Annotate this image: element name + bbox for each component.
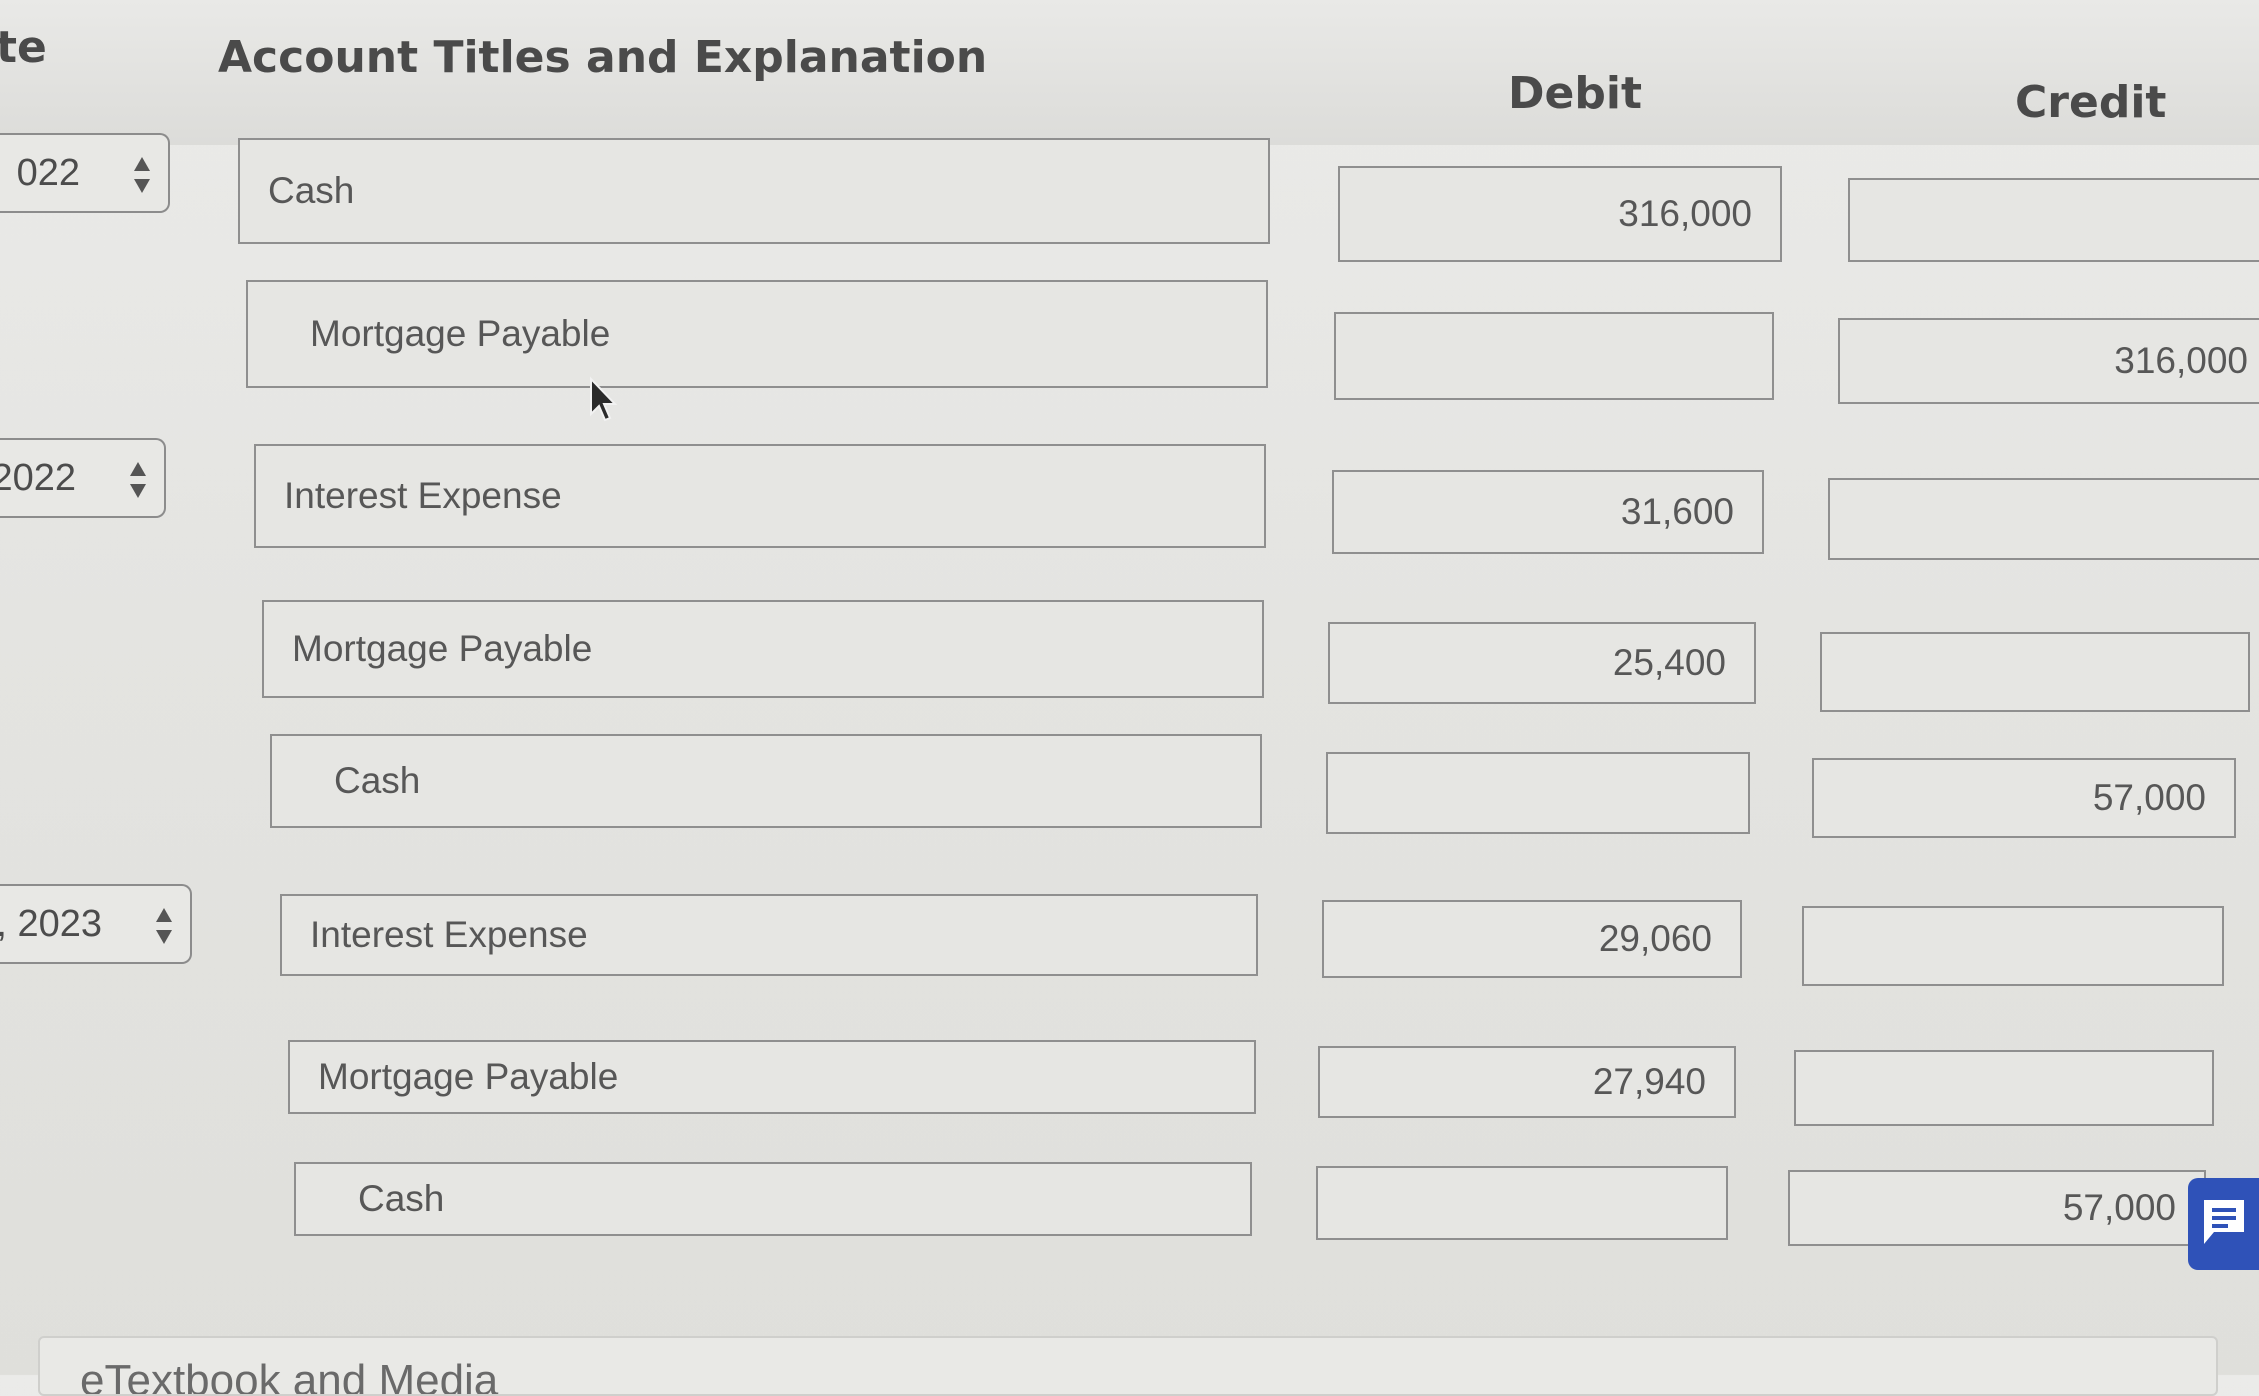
credit-column-header: Credit (2015, 77, 2167, 128)
etextbook-media-panel[interactable]: eTextbook and Media (38, 1336, 2218, 1396)
debit-field[interactable]: 29,060 (1322, 900, 1742, 978)
debit-field[interactable] (1316, 1166, 1728, 1240)
date-select-value: 022 (16, 151, 80, 194)
date-column-header: te (0, 22, 47, 73)
chat-button[interactable] (2188, 1178, 2259, 1270)
date-select-3[interactable]: 31, 2023 (0, 884, 192, 964)
up-down-arrows-icon (132, 155, 152, 195)
account-field[interactable]: Interest Expense (280, 894, 1258, 976)
credit-field[interactable]: 57,000 (1788, 1170, 2206, 1246)
debit-field[interactable]: 316,000 (1338, 166, 1782, 262)
credit-field[interactable] (1848, 178, 2259, 262)
up-down-arrows-icon (154, 906, 174, 946)
account-field[interactable]: Cash (270, 734, 1262, 828)
account-field[interactable]: Mortgage Payable (246, 280, 1268, 388)
date-select-2[interactable]: , 2022 (0, 438, 166, 518)
account-field[interactable]: Mortgage Payable (262, 600, 1264, 698)
mouse-pointer-icon (588, 376, 618, 429)
date-select-1[interactable]: 022 (0, 133, 170, 213)
chat-icon (2204, 1200, 2244, 1244)
debit-field[interactable]: 25,400 (1328, 622, 1756, 704)
date-select-value: , 2022 (0, 456, 76, 499)
account-field[interactable]: Cash (238, 138, 1270, 244)
account-field[interactable]: Interest Expense (254, 444, 1266, 548)
debit-field[interactable]: 27,940 (1318, 1046, 1736, 1118)
credit-field[interactable] (1794, 1050, 2214, 1126)
credit-field[interactable] (1802, 906, 2224, 986)
credit-field[interactable]: 57,000 (1812, 758, 2236, 838)
debit-field[interactable] (1326, 752, 1750, 834)
up-down-arrows-icon (128, 460, 148, 500)
credit-field[interactable] (1820, 632, 2250, 712)
debit-field[interactable]: 31,600 (1332, 470, 1764, 554)
date-select-value: 31, 2023 (0, 902, 102, 945)
account-field[interactable]: Mortgage Payable (288, 1040, 1256, 1114)
credit-field[interactable] (1828, 478, 2259, 560)
debit-field[interactable] (1334, 312, 1774, 400)
etextbook-media-label: eTextbook and Media (80, 1356, 499, 1396)
account-column-header: Account Titles and Explanation (218, 32, 988, 83)
credit-field[interactable]: 316,000 (1838, 318, 2259, 404)
debit-column-header: Debit (1508, 68, 1642, 119)
account-field[interactable]: Cash (294, 1162, 1252, 1236)
